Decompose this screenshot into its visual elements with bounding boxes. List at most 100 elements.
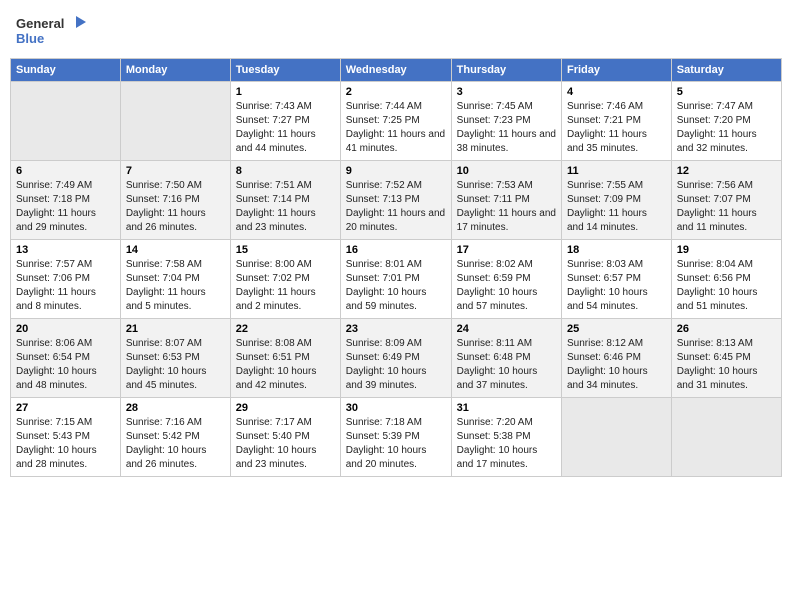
day-cell: 7 Sunrise: 7:50 AM Sunset: 7:16 PM Daylig… <box>120 161 230 240</box>
day-number: 21 <box>126 323 225 335</box>
day-number: 27 <box>16 402 115 414</box>
week-row-2: 6Sunrise: 7:49 AM Sunset: 7:18 PM Daylig… <box>11 161 782 240</box>
day-cell: 5Sunrise: 7:47 AM Sunset: 7:20 PM Daylig… <box>671 82 781 161</box>
day-number: 29 <box>236 402 335 414</box>
day-cell: 19 Sunrise: 8:04 AM Sunset: 6:56 PM Dayli… <box>671 240 781 319</box>
day-cell: 1 Sunrise: 7:43 AM Sunset: 7:27 PM Daylig… <box>230 82 340 161</box>
day-cell: 6Sunrise: 7:49 AM Sunset: 7:18 PM Daylig… <box>11 161 121 240</box>
day-number: 28 <box>126 402 225 414</box>
day-info: Sunrise: 7:46 AM Sunset: 7:21 PM Dayligh… <box>567 100 666 156</box>
day-cell: 8Sunrise: 7:51 AM Sunset: 7:14 PM Daylig… <box>230 161 340 240</box>
column-header-saturday: Saturday <box>671 59 781 82</box>
day-cell: 10 Sunrise: 7:53 AM Sunset: 7:11 PM Dayli… <box>451 161 561 240</box>
day-info: Sunrise: 8:13 AM Sunset: 6:45 PM Dayligh… <box>677 337 776 393</box>
day-cell: 31 Sunrise: 7:20 AM Sunset: 5:38 PM Dayli… <box>451 398 561 477</box>
day-info: Sunrise: 8:08 AM Sunset: 6:51 PM Dayligh… <box>236 337 335 393</box>
day-cell: 22 Sunrise: 8:08 AM Sunset: 6:51 PM Dayli… <box>230 319 340 398</box>
day-info: Sunrise: 7:52 AM Sunset: 7:13 PM Dayligh… <box>346 179 446 235</box>
day-number: 17 <box>457 244 556 256</box>
day-cell: 9 Sunrise: 7:52 AM Sunset: 7:13 PM Daylig… <box>340 161 451 240</box>
day-number: 4 <box>567 86 666 98</box>
day-cell: 27 Sunrise: 7:15 AM Sunset: 5:43 PM Dayli… <box>11 398 121 477</box>
day-info: Sunrise: 7:17 AM Sunset: 5:40 PM Dayligh… <box>236 416 335 472</box>
day-cell: 4 Sunrise: 7:46 AM Sunset: 7:21 PM Daylig… <box>561 82 671 161</box>
day-number: 30 <box>346 402 446 414</box>
day-info: Sunrise: 8:01 AM Sunset: 7:01 PM Dayligh… <box>346 258 446 314</box>
calendar-table: SundayMondayTuesdayWednesdayThursdayFrid… <box>10 58 782 477</box>
day-cell: 14 Sunrise: 7:58 AM Sunset: 7:04 PM Dayli… <box>120 240 230 319</box>
column-header-sunday: Sunday <box>11 59 121 82</box>
day-cell: 23 Sunrise: 8:09 AM Sunset: 6:49 PM Dayli… <box>340 319 451 398</box>
day-info: Sunrise: 7:15 AM Sunset: 5:43 PM Dayligh… <box>16 416 115 472</box>
day-info: Sunrise: 8:06 AM Sunset: 6:54 PM Dayligh… <box>16 337 115 393</box>
day-cell: 30 Sunrise: 7:18 AM Sunset: 5:39 PM Dayli… <box>340 398 451 477</box>
day-number: 14 <box>126 244 225 256</box>
day-number: 2 <box>346 86 446 98</box>
day-cell: 21Sunrise: 8:07 AM Sunset: 6:53 PM Dayli… <box>120 319 230 398</box>
day-number: 12 <box>677 165 776 177</box>
column-header-monday: Monday <box>120 59 230 82</box>
day-info: Sunrise: 8:11 AM Sunset: 6:48 PM Dayligh… <box>457 337 556 393</box>
day-info: Sunrise: 7:45 AM Sunset: 7:23 PM Dayligh… <box>457 100 556 156</box>
day-number: 6 <box>16 165 115 177</box>
day-info: Sunrise: 7:55 AM Sunset: 7:09 PM Dayligh… <box>567 179 666 235</box>
day-cell: 3Sunrise: 7:45 AM Sunset: 7:23 PM Daylig… <box>451 82 561 161</box>
day-number: 16 <box>346 244 446 256</box>
day-cell <box>11 82 121 161</box>
day-cell: 24 Sunrise: 8:11 AM Sunset: 6:48 PM Dayli… <box>451 319 561 398</box>
week-row-5: 27 Sunrise: 7:15 AM Sunset: 5:43 PM Dayli… <box>11 398 782 477</box>
day-info: Sunrise: 8:02 AM Sunset: 6:59 PM Dayligh… <box>457 258 556 314</box>
column-headers: SundayMondayTuesdayWednesdayThursdayFrid… <box>11 59 782 82</box>
day-number: 19 <box>677 244 776 256</box>
day-number: 24 <box>457 323 556 335</box>
logo: General Blue <box>16 14 86 46</box>
day-number: 9 <box>346 165 446 177</box>
day-number: 11 <box>567 165 666 177</box>
day-number: 1 <box>236 86 335 98</box>
day-info: Sunrise: 7:43 AM Sunset: 7:27 PM Dayligh… <box>236 100 335 156</box>
day-number: 10 <box>457 165 556 177</box>
day-cell: 12 Sunrise: 7:56 AM Sunset: 7:07 PM Dayli… <box>671 161 781 240</box>
page-header: General Blue <box>10 10 782 50</box>
logo-svg: General Blue <box>16 14 86 46</box>
day-cell: 17 Sunrise: 8:02 AM Sunset: 6:59 PM Dayli… <box>451 240 561 319</box>
week-row-1: 1 Sunrise: 7:43 AM Sunset: 7:27 PM Daylig… <box>11 82 782 161</box>
day-cell: 29 Sunrise: 7:17 AM Sunset: 5:40 PM Dayli… <box>230 398 340 477</box>
day-info: Sunrise: 8:03 AM Sunset: 6:57 PM Dayligh… <box>567 258 666 314</box>
day-cell: 18 Sunrise: 8:03 AM Sunset: 6:57 PM Dayli… <box>561 240 671 319</box>
day-info: Sunrise: 7:20 AM Sunset: 5:38 PM Dayligh… <box>457 416 556 472</box>
day-info: Sunrise: 7:50 AM Sunset: 7:16 PM Dayligh… <box>126 179 225 235</box>
column-header-thursday: Thursday <box>451 59 561 82</box>
svg-text:General: General <box>16 16 64 31</box>
week-row-3: 13Sunrise: 7:57 AM Sunset: 7:06 PM Dayli… <box>11 240 782 319</box>
day-number: 31 <box>457 402 556 414</box>
day-number: 15 <box>236 244 335 256</box>
day-info: Sunrise: 7:18 AM Sunset: 5:39 PM Dayligh… <box>346 416 446 472</box>
day-cell <box>561 398 671 477</box>
day-number: 13 <box>16 244 115 256</box>
day-info: Sunrise: 8:09 AM Sunset: 6:49 PM Dayligh… <box>346 337 446 393</box>
day-info: Sunrise: 8:04 AM Sunset: 6:56 PM Dayligh… <box>677 258 776 314</box>
day-number: 7 <box>126 165 225 177</box>
day-cell <box>671 398 781 477</box>
day-cell: 13Sunrise: 7:57 AM Sunset: 7:06 PM Dayli… <box>11 240 121 319</box>
svg-text:Blue: Blue <box>16 31 44 46</box>
day-number: 8 <box>236 165 335 177</box>
day-cell: 20Sunrise: 8:06 AM Sunset: 6:54 PM Dayli… <box>11 319 121 398</box>
day-info: Sunrise: 7:56 AM Sunset: 7:07 PM Dayligh… <box>677 179 776 235</box>
day-info: Sunrise: 7:58 AM Sunset: 7:04 PM Dayligh… <box>126 258 225 314</box>
day-cell: 28 Sunrise: 7:16 AM Sunset: 5:42 PM Dayli… <box>120 398 230 477</box>
day-cell: 2Sunrise: 7:44 AM Sunset: 7:25 PM Daylig… <box>340 82 451 161</box>
day-info: Sunrise: 8:00 AM Sunset: 7:02 PM Dayligh… <box>236 258 335 314</box>
day-info: Sunrise: 7:16 AM Sunset: 5:42 PM Dayligh… <box>126 416 225 472</box>
day-cell: 11 Sunrise: 7:55 AM Sunset: 7:09 PM Dayli… <box>561 161 671 240</box>
day-number: 18 <box>567 244 666 256</box>
day-number: 22 <box>236 323 335 335</box>
day-info: Sunrise: 7:53 AM Sunset: 7:11 PM Dayligh… <box>457 179 556 235</box>
week-row-4: 20Sunrise: 8:06 AM Sunset: 6:54 PM Dayli… <box>11 319 782 398</box>
day-cell: 25Sunrise: 8:12 AM Sunset: 6:46 PM Dayli… <box>561 319 671 398</box>
day-cell: 15 Sunrise: 8:00 AM Sunset: 7:02 PM Dayli… <box>230 240 340 319</box>
day-number: 25 <box>567 323 666 335</box>
day-number: 23 <box>346 323 446 335</box>
column-header-tuesday: Tuesday <box>230 59 340 82</box>
